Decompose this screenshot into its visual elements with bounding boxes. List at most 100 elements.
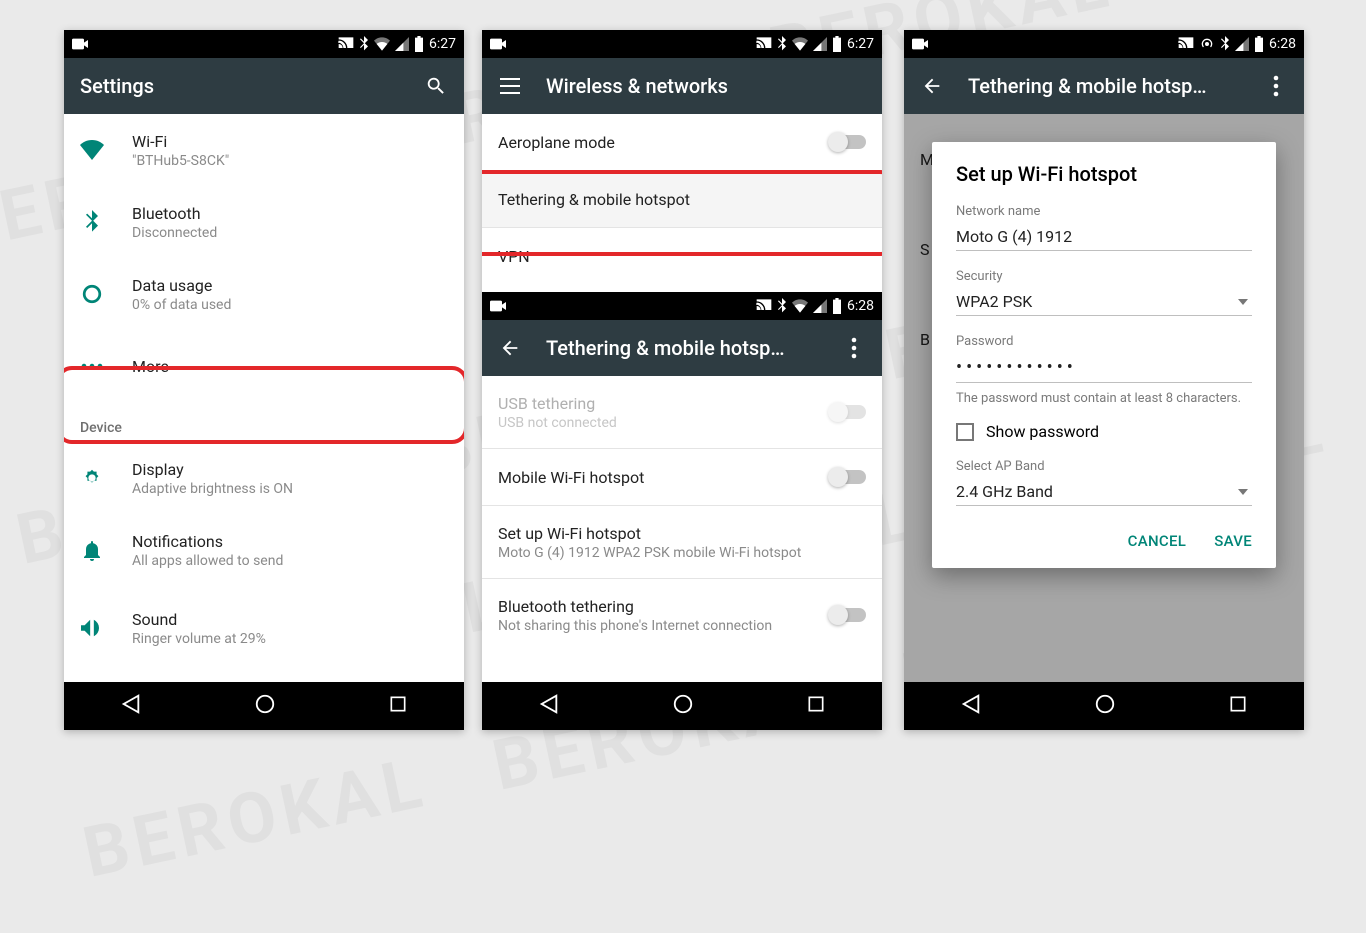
battery-icon xyxy=(414,36,424,52)
show-password-row[interactable]: Show password xyxy=(956,422,1252,441)
row-title: USB tethering xyxy=(498,394,802,413)
wifi-icon xyxy=(792,299,808,313)
wifi-icon xyxy=(80,140,104,160)
home-icon[interactable] xyxy=(254,693,276,719)
row-bluetooth-tethering[interactable]: Bluetooth tethering Not sharing this pho… xyxy=(482,579,882,651)
row-data-usage[interactable]: Data usage 0% of data used xyxy=(64,258,464,330)
row-subtitle: Adaptive brightness is ON xyxy=(132,481,448,497)
row-bluetooth[interactable]: Bluetooth Disconnected xyxy=(64,186,464,258)
back-icon[interactable] xyxy=(960,693,982,719)
status-bar: 6:27 xyxy=(482,30,882,58)
bluetooth-icon xyxy=(777,298,787,314)
row-vpn[interactable]: VPN xyxy=(482,228,882,284)
row-mobile-hotspot[interactable]: Mobile Wi-Fi hotspot xyxy=(482,449,882,505)
toggle-aeroplane[interactable] xyxy=(830,135,866,149)
field-password[interactable]: Password •••••••••••• xyxy=(956,334,1252,383)
password-input[interactable]: •••••••••••• xyxy=(956,353,1252,383)
row-aeroplane[interactable]: Aeroplane mode xyxy=(482,114,882,170)
checkbox-show-password[interactable] xyxy=(956,423,974,441)
field-label: Network name xyxy=(956,204,1252,219)
data-usage-icon xyxy=(80,283,104,305)
row-title: Set up Wi-Fi hotspot xyxy=(498,524,866,543)
appbar-title: Tethering & mobile hotsp… xyxy=(546,336,818,360)
wireless-section: Wi-Fi "BTHub5-S8CK" Bluetooth Disconnect… xyxy=(64,114,464,402)
back-icon[interactable] xyxy=(538,693,560,719)
signal-icon xyxy=(813,37,827,51)
cast-icon xyxy=(756,299,772,313)
network-name-input[interactable]: Moto G (4) 1912 xyxy=(956,223,1252,251)
status-bar: 6:28 xyxy=(482,292,882,320)
volume-icon xyxy=(80,618,104,638)
row-title: Tethering & mobile hotspot xyxy=(498,190,866,209)
nav-bar xyxy=(482,682,882,730)
row-title: Data usage xyxy=(132,276,448,295)
field-label: Security xyxy=(956,269,1252,284)
section-device-label: Device xyxy=(64,402,464,442)
row-title: Sound xyxy=(132,610,448,629)
row-title: Mobile Wi-Fi hotspot xyxy=(498,468,802,487)
row-title: Aeroplane mode xyxy=(498,133,802,152)
row-title: Display xyxy=(132,460,448,479)
row-more[interactable]: More xyxy=(64,330,464,402)
row-title: Bluetooth xyxy=(132,204,448,223)
more-vert-icon[interactable] xyxy=(842,336,866,360)
appbar-settings: Settings xyxy=(64,58,464,114)
more-horiz-icon xyxy=(80,363,104,369)
row-subtitle: Not sharing this phone's Internet connec… xyxy=(498,618,802,634)
phone-screenshot-2: 6:27 Wireless & networks Aeroplane mode … xyxy=(482,30,882,730)
row-title: More xyxy=(132,357,448,376)
bell-icon xyxy=(80,539,104,561)
row-display[interactable]: Display Adaptive brightness is ON xyxy=(64,442,464,514)
status-time: 6:27 xyxy=(847,36,874,52)
row-title: Wi-Fi xyxy=(132,132,448,151)
row-title: VPN xyxy=(498,247,866,266)
row-subtitle: USB not connected xyxy=(498,415,802,431)
home-icon[interactable] xyxy=(1094,693,1116,719)
appbar-title: Settings xyxy=(80,74,400,98)
battery-icon xyxy=(832,298,842,314)
status-bar: 6:27 xyxy=(64,30,464,58)
field-label: Select AP Band xyxy=(956,459,1252,474)
row-tethering[interactable]: Tethering & mobile hotspot xyxy=(482,171,882,227)
field-ap-band[interactable]: Select AP Band 2.4 GHz Band xyxy=(956,459,1252,506)
ap-band-dropdown[interactable]: 2.4 GHz Band xyxy=(956,478,1252,506)
wifi-hotspot-dialog: Set up Wi-Fi hotspot Network name Moto G… xyxy=(932,142,1276,568)
field-network-name[interactable]: Network name Moto G (4) 1912 xyxy=(956,204,1252,251)
row-setup-hotspot[interactable]: Set up Wi-Fi hotspot Moto G (4) 1912 WPA… xyxy=(482,506,882,578)
signal-icon xyxy=(395,37,409,51)
status-time: 6:27 xyxy=(429,36,456,52)
camera-icon xyxy=(490,300,506,312)
cast-icon xyxy=(338,37,354,51)
wifi-icon xyxy=(792,37,808,51)
menu-icon[interactable] xyxy=(498,74,522,98)
nav-bar xyxy=(64,682,464,730)
phone-screenshot-3: 6:28 Tethering & mobile hotsp… M S B Set… xyxy=(904,30,1304,730)
toggle-mobile-hotspot[interactable] xyxy=(830,470,866,484)
field-security[interactable]: Security WPA2 PSK xyxy=(956,269,1252,316)
row-subtitle: "BTHub5-S8CK" xyxy=(132,153,448,169)
security-dropdown[interactable]: WPA2 PSK xyxy=(956,288,1252,316)
recent-icon[interactable] xyxy=(388,694,408,718)
recent-icon[interactable] xyxy=(1228,694,1248,718)
row-subtitle: 0% of data used xyxy=(132,297,448,313)
recent-icon[interactable] xyxy=(806,694,826,718)
status-time: 6:28 xyxy=(847,298,874,314)
back-arrow-icon[interactable] xyxy=(498,336,522,360)
dialog-title: Set up Wi-Fi hotspot xyxy=(956,162,1252,186)
bluetooth-icon xyxy=(777,36,787,52)
toggle-bluetooth-tethering[interactable] xyxy=(830,608,866,622)
field-label: Password xyxy=(956,334,1252,349)
appbar-wireless: Wireless & networks xyxy=(482,58,882,114)
row-notifications[interactable]: Notifications All apps allowed to send xyxy=(64,514,464,586)
battery-icon xyxy=(832,36,842,52)
nav-bar xyxy=(904,682,1304,730)
home-icon[interactable] xyxy=(672,693,694,719)
row-sound[interactable]: Sound Ringer volume at 29% xyxy=(64,586,464,658)
save-button[interactable]: SAVE xyxy=(1214,532,1252,550)
back-icon[interactable] xyxy=(120,693,142,719)
search-icon[interactable] xyxy=(424,74,448,98)
row-subtitle: Moto G (4) 1912 WPA2 PSK mobile Wi-Fi ho… xyxy=(498,545,866,561)
row-wifi[interactable]: Wi-Fi "BTHub5-S8CK" xyxy=(64,114,464,186)
brightness-icon xyxy=(80,467,104,489)
cancel-button[interactable]: CANCEL xyxy=(1128,532,1187,550)
